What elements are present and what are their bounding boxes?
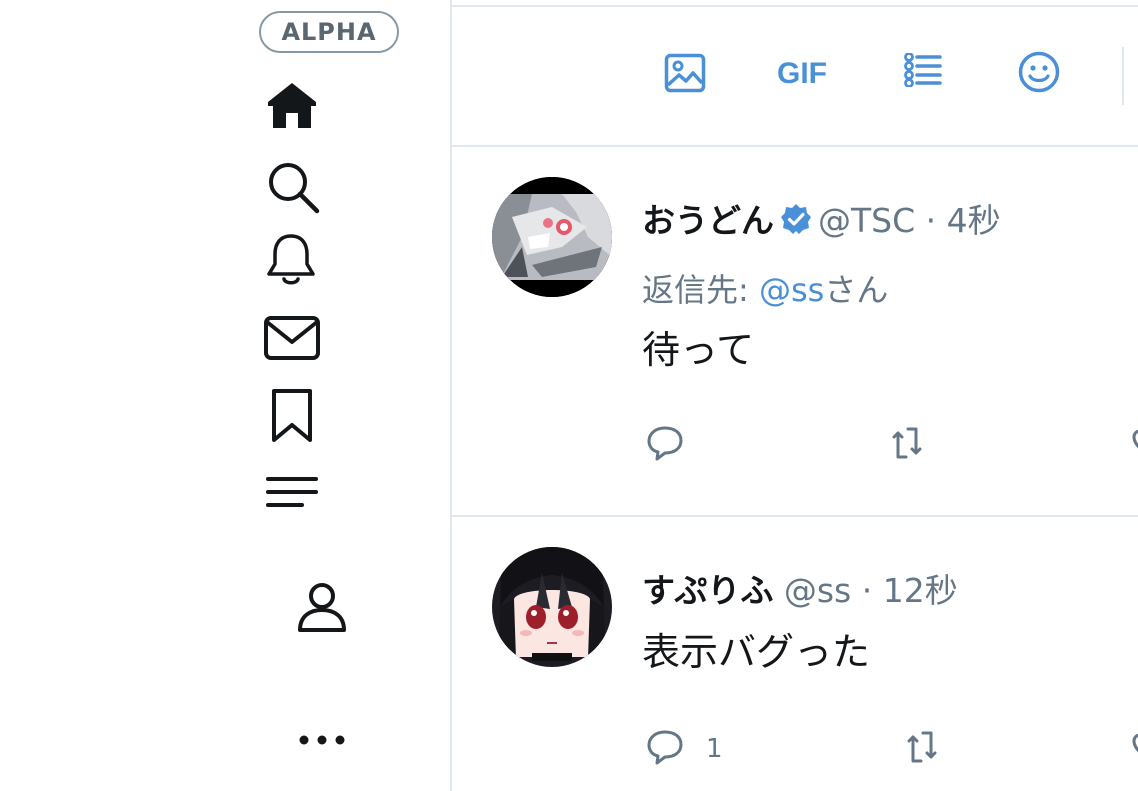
retweet-button[interactable] [907, 727, 937, 771]
heart-icon [1132, 733, 1138, 765]
sidebar-nav: ALPHA [0, 0, 450, 791]
like-button[interactable] [1132, 733, 1138, 765]
image-icon[interactable] [664, 53, 706, 97]
avatar[interactable] [492, 547, 612, 667]
gif-button[interactable]: GIF [777, 57, 827, 91]
timestamp[interactable]: 4秒 [947, 201, 1001, 240]
tweet[interactable]: すぷりふ @ss · 12秒 表示バグった 1 [452, 517, 1138, 791]
reply-mention-link[interactable]: @ss [759, 271, 824, 309]
user-handle[interactable]: @TSC [818, 201, 915, 240]
timeline: GIF おうどん @TSC · 4秒 返信先: @ssさん 待って すぷりふ @… [452, 0, 1138, 791]
retweet-button[interactable] [892, 423, 922, 467]
reply-icon [646, 729, 684, 769]
display-name[interactable]: おうどん [642, 201, 774, 240]
avatar[interactable] [492, 177, 612, 297]
separator-dot: · [925, 201, 937, 240]
poll-icon[interactable] [904, 52, 942, 91]
user-handle[interactable]: @ss [784, 571, 851, 610]
reply-suffix: さん [824, 271, 889, 309]
separator-dot: · [861, 571, 873, 610]
bookmark-icon[interactable] [270, 388, 314, 444]
heart-icon [1132, 429, 1138, 461]
bell-icon[interactable] [266, 232, 316, 288]
search-icon[interactable] [266, 160, 322, 216]
emoji-icon[interactable] [1018, 51, 1060, 97]
compose-toolbar: GIF [452, 7, 1138, 145]
tweet-text: 表示バグった [642, 630, 871, 674]
tweet-header: おうどん @TSC · 4秒 [642, 194, 1001, 243]
toolbar-separator [1122, 47, 1124, 105]
tweet-header: すぷりふ @ss · 12秒 [642, 564, 958, 612]
home-icon[interactable] [266, 80, 318, 130]
retweet-icon [892, 423, 922, 467]
display-name[interactable]: すぷりふ [642, 571, 773, 610]
reply-button[interactable] [646, 425, 706, 465]
verified-badge-icon [780, 203, 812, 243]
tweet-text: 待って [642, 328, 755, 372]
lists-icon[interactable] [266, 474, 318, 512]
timestamp[interactable]: 12秒 [883, 571, 958, 610]
reply-icon [646, 425, 684, 465]
reply-button[interactable]: 1 [646, 729, 723, 769]
mail-icon[interactable] [263, 314, 321, 362]
profile-icon[interactable] [296, 582, 348, 634]
tweet[interactable]: おうどん @TSC · 4秒 返信先: @ssさん 待って [452, 147, 1138, 515]
reply-count: 1 [706, 734, 723, 764]
retweet-icon [907, 727, 937, 771]
reply-prefix: 返信先: [642, 271, 759, 309]
alpha-badge: ALPHA [259, 11, 399, 53]
reply-to-line: 返信先: @ssさん [642, 265, 888, 311]
more-icon[interactable] [298, 732, 346, 748]
like-button[interactable] [1132, 429, 1138, 461]
